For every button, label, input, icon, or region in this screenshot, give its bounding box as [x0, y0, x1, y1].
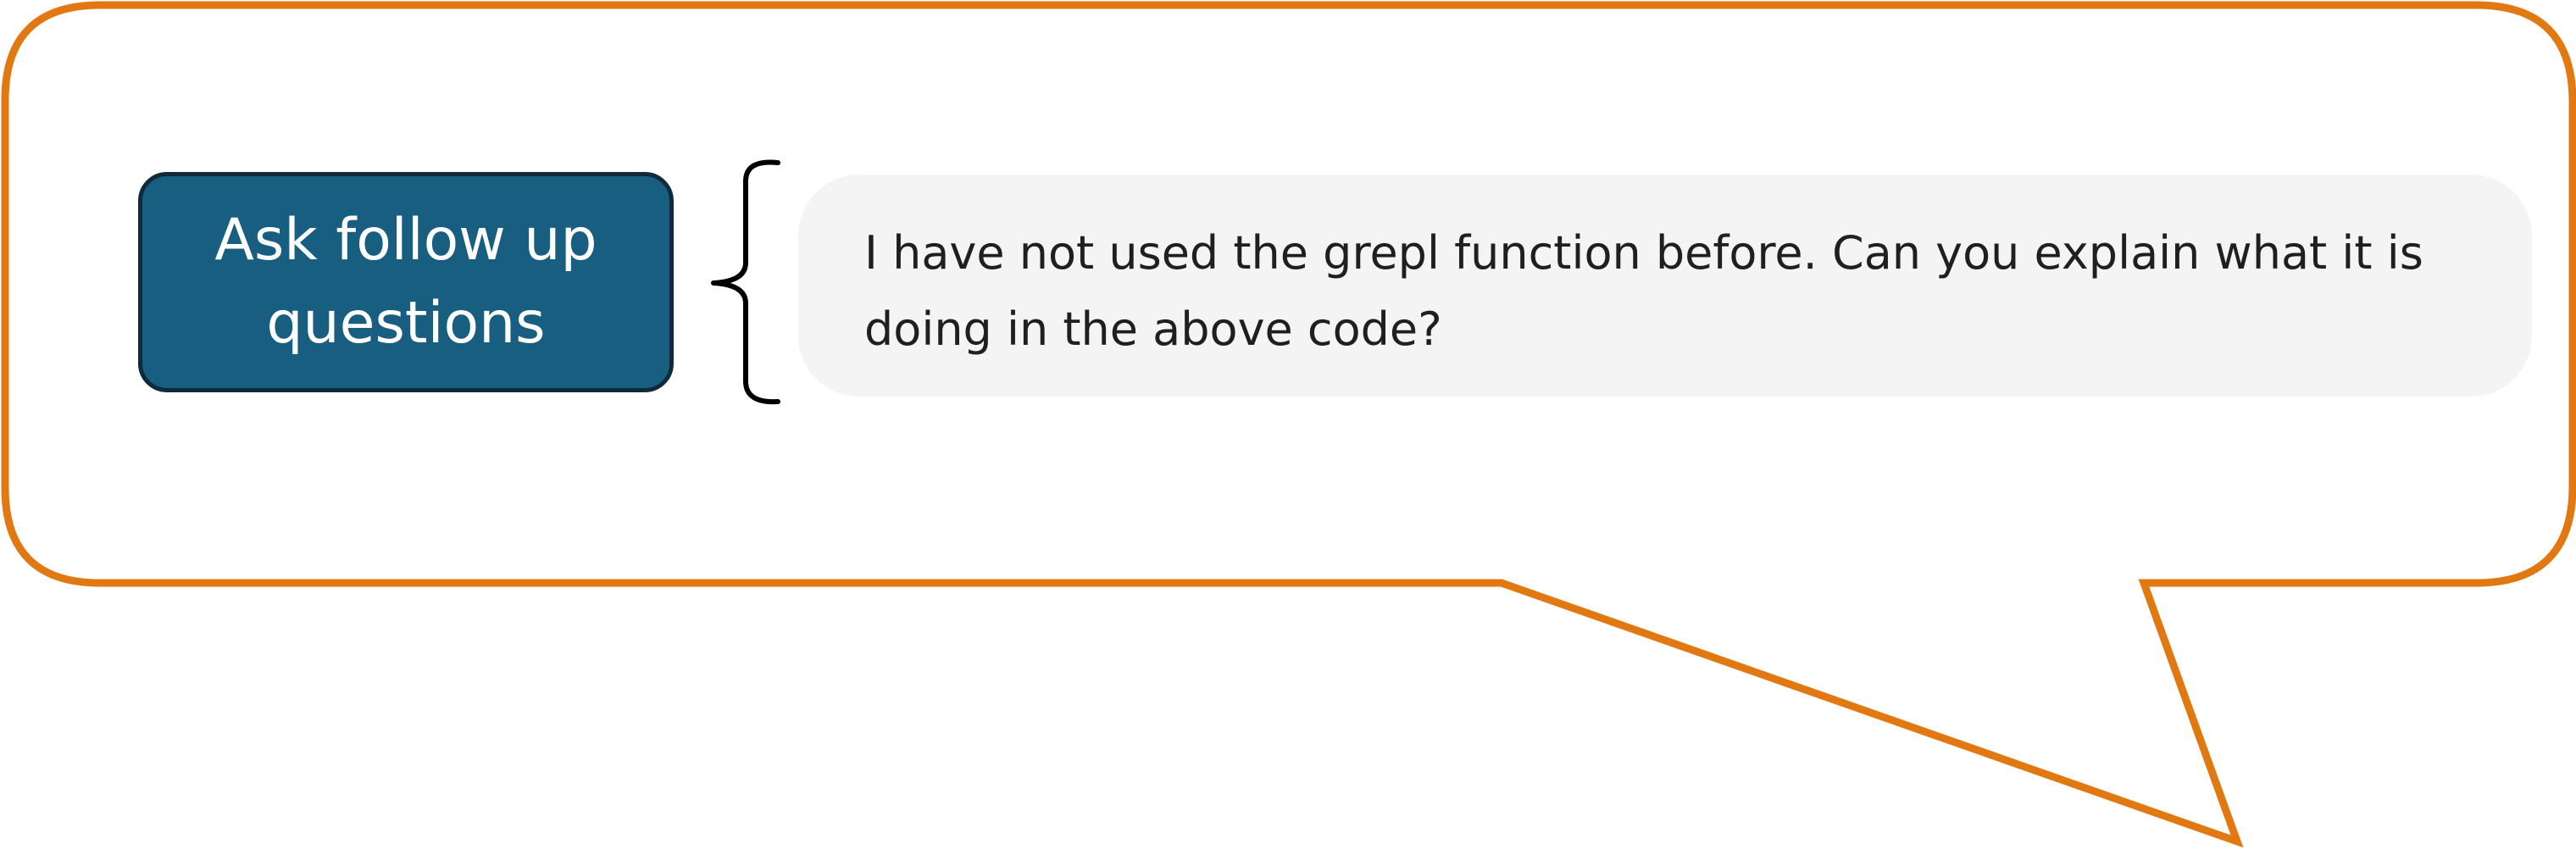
curly-brace-icon [711, 159, 780, 405]
chat-message-bubble: I have not used the grepl function befor… [798, 175, 2532, 397]
chat-message-text: I have not used the grepl function befor… [864, 226, 2423, 356]
